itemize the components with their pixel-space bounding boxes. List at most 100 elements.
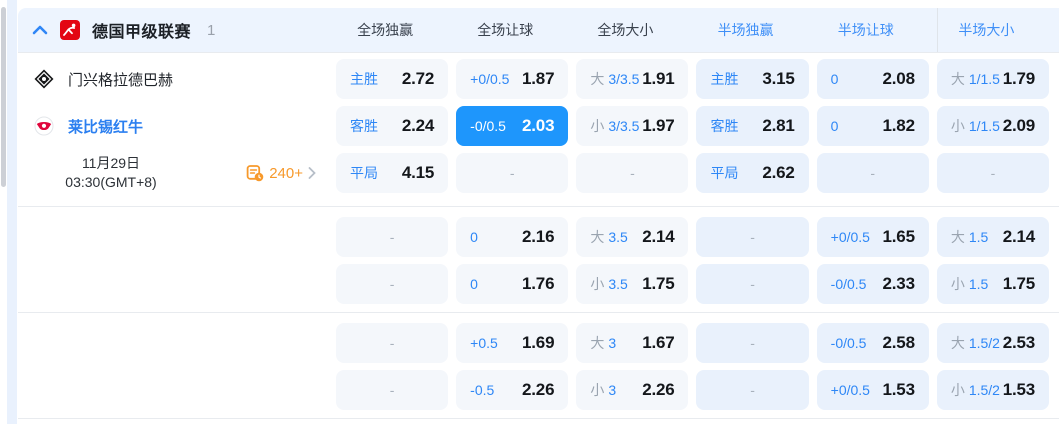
column-header-ht-handicap: 半场让球 xyxy=(837,22,894,38)
odds-selection-label: -0/0.5 xyxy=(470,118,506,134)
odds-selection-label: 大 1.5 xyxy=(950,229,989,245)
vertical-scrollbar-thumb[interactable] xyxy=(1,7,6,187)
match-datetime: 11月29日 03:30(GMT+8) xyxy=(18,154,204,192)
collapse-chevron-up-icon[interactable] xyxy=(32,25,48,35)
odds-cell[interactable]: 大 3.5 2.14 xyxy=(576,217,689,257)
odds-selection-label: 大 3/3.5 xyxy=(590,71,640,87)
odds-cell[interactable]: 大 1/1.5 1.79 xyxy=(936,59,1049,99)
match-meta-row: 11月29日 03:30(GMT+8) 240+ 平局 4.15 - - 平局 … xyxy=(18,153,1059,193)
odds-cell-empty: - xyxy=(456,153,569,193)
bundesliga-logo-icon xyxy=(60,20,80,40)
odds-cell[interactable]: 平局 4.15 xyxy=(336,153,449,193)
league-info: 德国甲级联赛 1 xyxy=(18,18,328,42)
odds-value: 1.97 xyxy=(642,116,675,135)
match-main-group: 门兴格拉德巴赫 主胜 2.72 +0/0.5 1.87 大 3/3.5 1.91 主胜 3.15… xyxy=(18,53,1059,206)
alt-odds-row: - +0.5 1.69 大 3 1.67 - -0/0.5 2.58 大 1.5/2 2.53 xyxy=(18,323,1059,363)
more-markets-link[interactable]: 240+ xyxy=(246,164,316,182)
odds-cell-empty: - xyxy=(816,153,929,193)
odds-selection-label: 0 xyxy=(470,276,478,292)
odds-cell[interactable]: 0 1.76 xyxy=(456,264,569,304)
odds-cell[interactable]: 客胜 2.81 xyxy=(696,106,809,146)
odds-value: 1.87 xyxy=(522,69,555,88)
home-team-row: 门兴格拉德巴赫 主胜 2.72 +0/0.5 1.87 大 3/3.5 1.91 主胜 3.15… xyxy=(18,59,1059,99)
odds-value: 1.65 xyxy=(882,227,915,246)
odds-line-prefix: 大 xyxy=(590,229,605,245)
leipzig-badge-icon xyxy=(34,116,54,136)
odds-cell-empty: - xyxy=(336,217,449,257)
odds-value: 2.72 xyxy=(401,69,435,88)
odds-cell[interactable]: 大 3/3.5 1.91 xyxy=(576,59,689,99)
odds-selection-label: 小 1/1.5 xyxy=(950,118,1000,134)
league-name: 德国甲级联赛 xyxy=(92,24,192,41)
odds-cell[interactable]: 大 3 1.67 xyxy=(576,323,689,363)
page-left-band xyxy=(7,0,17,424)
odds-cell[interactable]: -0/0.5 2.33 xyxy=(816,264,929,304)
odds-value: 2.14 xyxy=(642,227,675,246)
odds-selection-label: 小 3/3.5 xyxy=(590,118,640,134)
alt-lines-group-2: - +0.5 1.69 大 3 1.67 - -0/0.5 2.58 大 1.5/2 2.53 - -0… xyxy=(18,313,1059,418)
odds-cell[interactable]: +0/0.5 1.87 xyxy=(456,59,569,99)
odds-cell-selected[interactable]: -0/0.5 2.03 xyxy=(456,106,569,146)
odds-cell[interactable]: 小 1/1.5 2.09 xyxy=(936,106,1049,146)
odds-value: 4.15 xyxy=(401,163,435,182)
odds-cell-empty: - xyxy=(336,264,449,304)
odds-cell[interactable]: 大 1.5 2.14 xyxy=(936,217,1049,257)
odds-value: 2.26 xyxy=(522,380,555,399)
odds-cell[interactable]: 主胜 3.15 xyxy=(696,59,809,99)
odds-value: 2.33 xyxy=(882,274,915,293)
odds-cell[interactable]: 小 3.5 1.75 xyxy=(576,264,689,304)
odds-cell[interactable]: 平局 2.62 xyxy=(696,153,809,193)
odds-cell[interactable]: +0/0.5 1.53 xyxy=(816,370,929,410)
odds-value: 1.75 xyxy=(1002,274,1035,293)
odds-value: 2.62 xyxy=(762,163,795,182)
odds-value: 1.67 xyxy=(642,333,675,352)
column-header-ft-1x2: 全场独赢 xyxy=(357,22,414,38)
odds-value: 2.08 xyxy=(882,69,915,88)
empty-dash: - xyxy=(870,165,876,181)
odds-cell[interactable]: 小 1.5/2 1.53 xyxy=(936,370,1049,410)
odds-cell[interactable]: 小 3/3.5 1.97 xyxy=(576,106,689,146)
empty-dash: - xyxy=(750,229,755,245)
odds-cell-empty: - xyxy=(336,323,449,363)
odds-cell-empty: - xyxy=(696,264,809,304)
odds-value: 1.91 xyxy=(642,69,675,88)
odds-value: 2.26 xyxy=(642,380,675,399)
odds-cell[interactable]: -0/0.5 2.58 xyxy=(816,323,929,363)
alt-odds-row: -0 2.16 大 3.5 2.14- +0/0.5 1.65 大 1.5 2.14 xyxy=(18,217,1059,257)
odds-cell-empty: - xyxy=(696,323,809,363)
odds-line-prefix: 大 xyxy=(950,229,965,245)
odds-cell[interactable]: 0 2.08 xyxy=(816,59,929,99)
odds-selection-label: 大 1.5/2 xyxy=(950,335,1000,351)
odds-cell-empty: - xyxy=(696,370,809,410)
odds-value: 1.79 xyxy=(1002,69,1035,88)
odds-selection-label: 0 xyxy=(470,229,478,245)
league-match-count: 1 xyxy=(207,21,216,39)
empty-dash: - xyxy=(630,165,635,181)
odds-cell-empty: - xyxy=(696,217,809,257)
match-meta: 11月29日 03:30(GMT+8) 240+ xyxy=(18,153,328,193)
odds-cell[interactable]: 0 1.82 xyxy=(816,106,929,146)
odds-value: 2.58 xyxy=(882,333,915,352)
odds-line-prefix: 大 xyxy=(590,71,605,87)
empty-dash: - xyxy=(509,165,515,181)
odds-line-prefix: 大 xyxy=(590,335,605,351)
odds-line-prefix: 小 xyxy=(950,118,965,134)
odds-cell[interactable]: 小 3 2.26 xyxy=(576,370,689,410)
league-panel: 德国甲级联赛 1 全场独赢 全场让球 全场大小 半场独赢 半场让球 半场大小 门… xyxy=(18,0,1059,424)
odds-cell[interactable]: +0/0.5 1.65 xyxy=(816,217,929,257)
odds-value: 3.15 xyxy=(762,69,795,88)
odds-cell[interactable]: -0.5 2.26 xyxy=(456,370,569,410)
column-header-ft-overunder: 全场大小 xyxy=(597,22,654,38)
odds-cell[interactable]: +0.5 1.69 xyxy=(456,323,569,363)
odds-selection-label: 小 1.5/2 xyxy=(950,382,1000,398)
odds-cell[interactable]: 小 1.5 1.75 xyxy=(936,264,1049,304)
match-date: 11月29日 xyxy=(81,155,141,172)
odds-cell[interactable]: 客胜 2.24 xyxy=(336,106,449,146)
odds-cell[interactable]: 0 2.16 xyxy=(456,217,569,257)
odds-value: 2.09 xyxy=(1002,116,1035,135)
alt-lines-group-1: -0 2.16 大 3.5 2.14- +0/0.5 1.65 大 1.5 2.14 -0 1.76… xyxy=(18,207,1059,312)
odds-cell-empty: - xyxy=(336,370,449,410)
odds-cell[interactable]: 大 1.5/2 2.53 xyxy=(936,323,1049,363)
home-team-name: 门兴格拉德巴赫 xyxy=(68,71,174,89)
odds-cell[interactable]: 主胜 2.72 xyxy=(336,59,449,99)
